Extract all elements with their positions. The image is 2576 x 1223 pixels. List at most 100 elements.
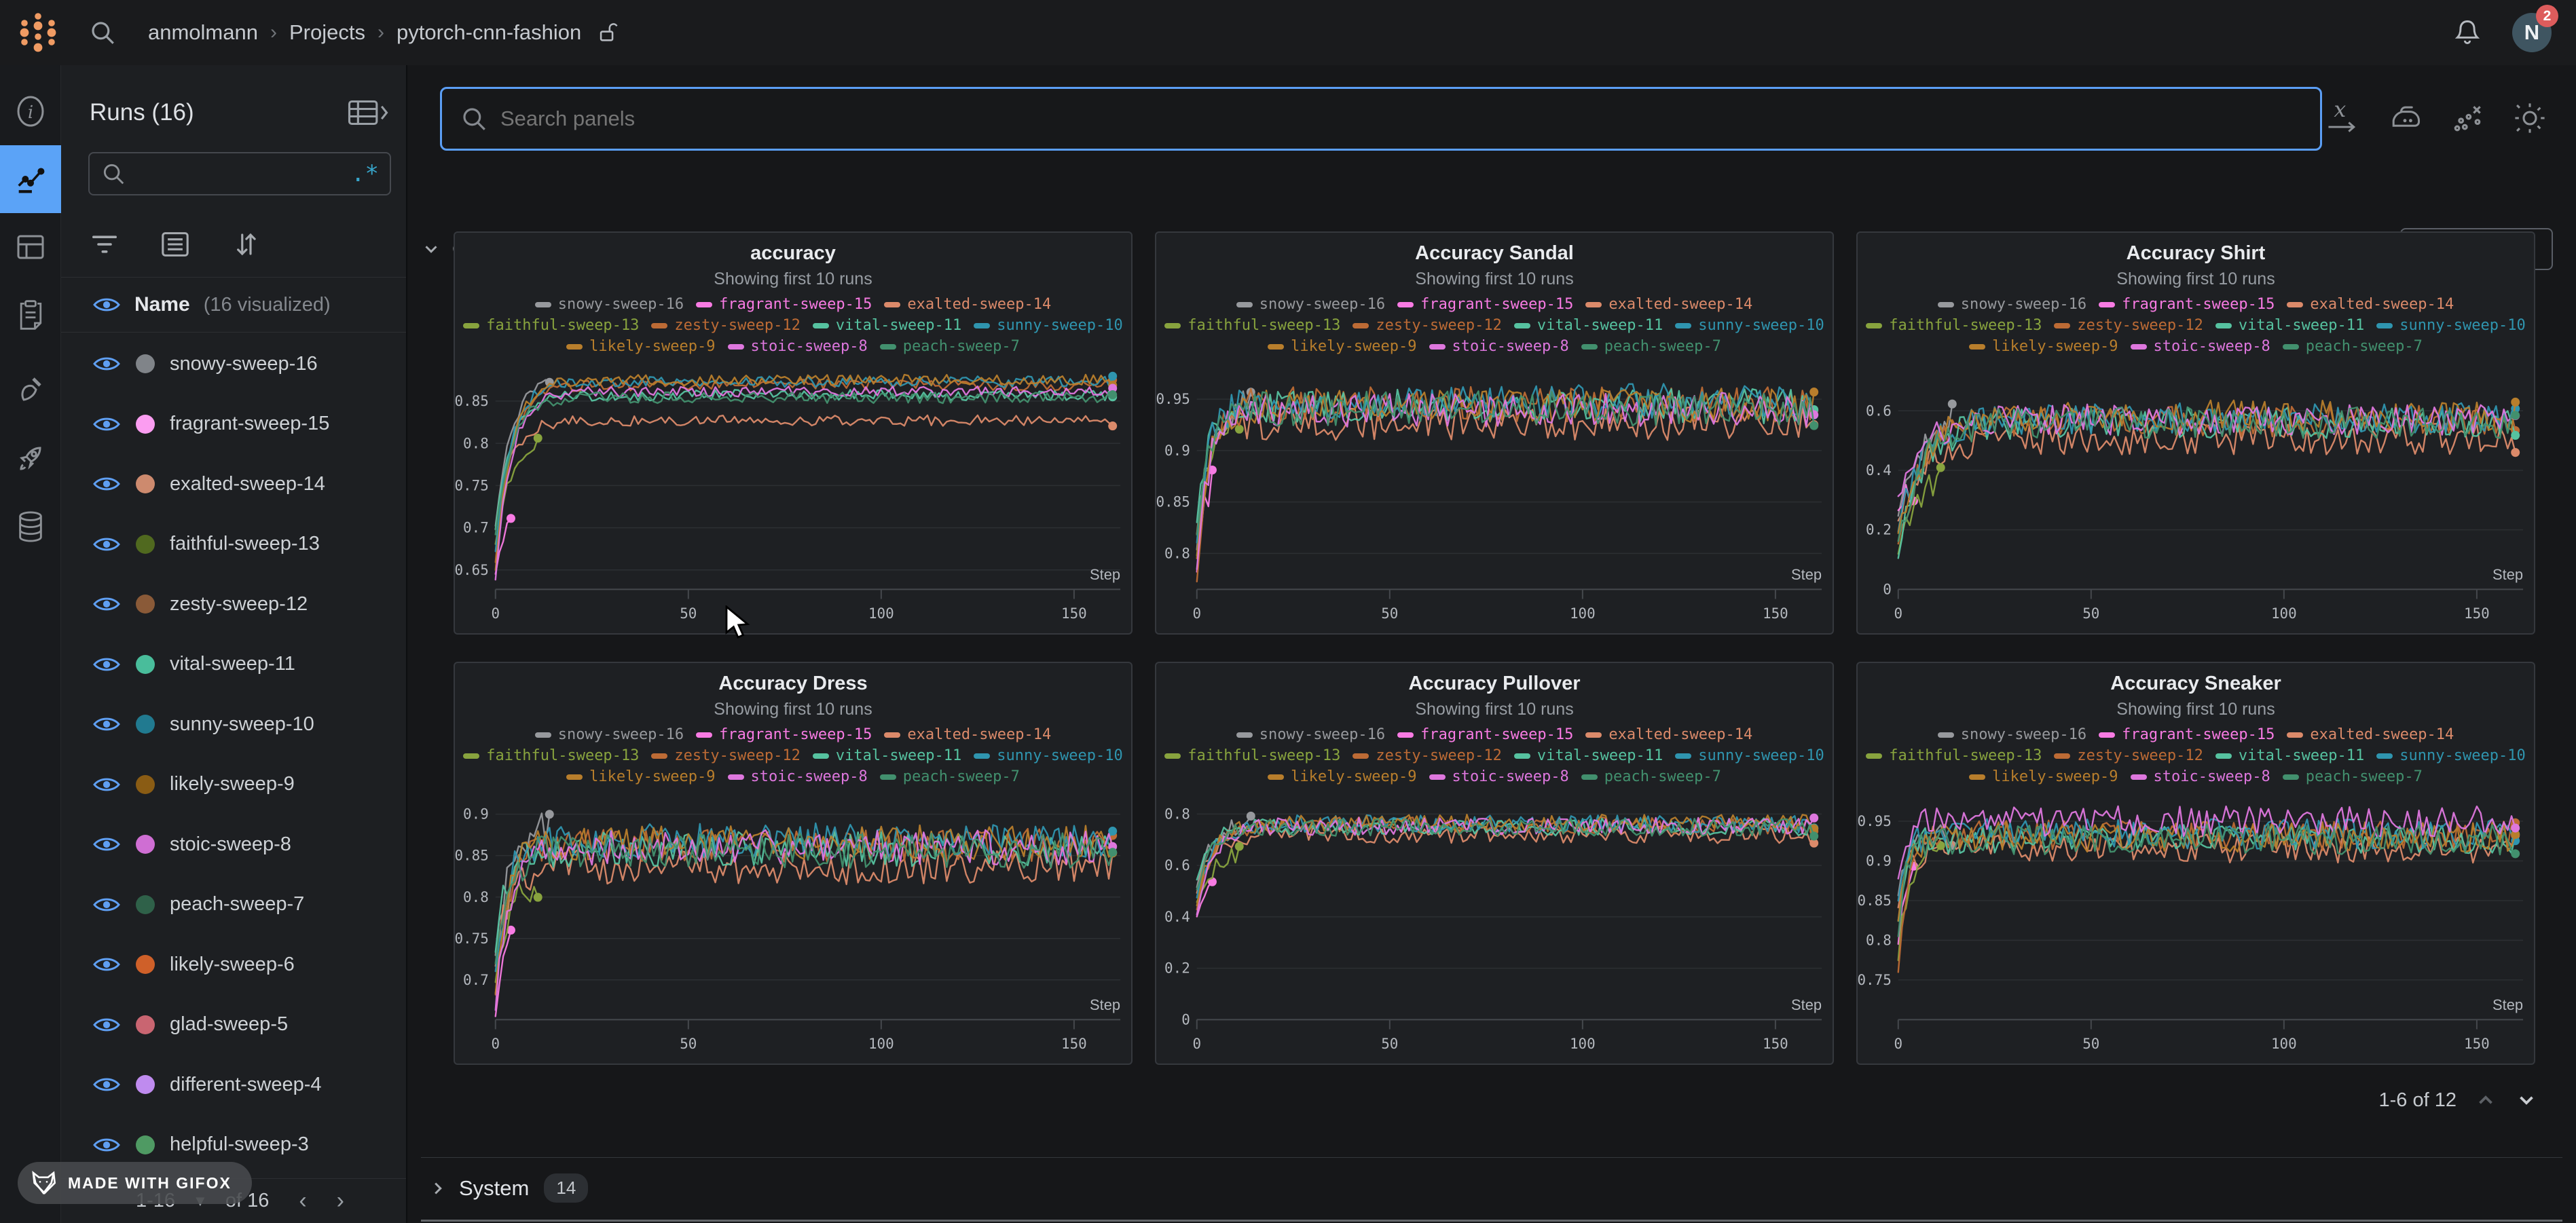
legend-item[interactable]: likely-sweep-9 xyxy=(1969,336,2118,357)
visibility-eye-icon[interactable] xyxy=(92,1135,121,1155)
chart-panel[interactable]: Accuracy Dress Showing first 10 runs sno… xyxy=(454,662,1133,1065)
legend-item[interactable]: zesty-sweep-12 xyxy=(2054,745,2203,766)
legend-item[interactable]: fragrant-sweep-15 xyxy=(2099,294,2275,315)
legend-item[interactable]: likely-sweep-9 xyxy=(1268,766,1416,787)
run-row[interactable]: faithful-sweep-13 xyxy=(61,514,406,575)
legend-item[interactable]: stoic-sweep-8 xyxy=(728,766,868,787)
chart-panel[interactable]: Accuracy Sneaker Showing first 10 runs s… xyxy=(1856,662,2535,1065)
legend-item[interactable]: likely-sweep-9 xyxy=(566,766,715,787)
legend-item[interactable]: faithful-sweep-13 xyxy=(463,745,639,766)
legend-item[interactable]: sunny-sweep-10 xyxy=(2376,315,2525,336)
legend-item[interactable]: sunny-sweep-10 xyxy=(974,745,1122,766)
legend-item[interactable]: exalted-sweep-14 xyxy=(1585,724,1752,745)
visibility-eye-icon[interactable] xyxy=(92,1074,121,1095)
run-name[interactable]: likely-sweep-6 xyxy=(170,954,295,976)
wandb-logo-icon[interactable] xyxy=(16,11,62,54)
legend-item[interactable]: snowy-sweep-16 xyxy=(535,294,684,315)
legend-item[interactable]: vital-sweep-11 xyxy=(2215,315,2364,336)
legend-item[interactable]: zesty-sweep-12 xyxy=(2054,315,2203,336)
legend-item[interactable]: fragrant-sweep-15 xyxy=(696,724,872,745)
legend-item[interactable]: exalted-sweep-14 xyxy=(2287,294,2454,315)
legend-item[interactable]: vital-sweep-11 xyxy=(813,315,961,336)
runs-search-input[interactable] xyxy=(134,163,351,185)
run-row[interactable]: sunny-sweep-10 xyxy=(61,694,406,755)
legend-item[interactable]: exalted-sweep-14 xyxy=(1585,294,1752,315)
legend-item[interactable]: faithful-sweep-13 xyxy=(463,315,639,336)
legend-item[interactable]: zesty-sweep-12 xyxy=(1353,315,1501,336)
legend-item[interactable]: peach-sweep-7 xyxy=(880,336,1020,357)
breadcrumb-projects[interactable]: Projects xyxy=(289,20,365,45)
visibility-eye-icon[interactable] xyxy=(92,474,121,494)
page-down-icon[interactable] xyxy=(2515,1089,2538,1112)
legend-item[interactable]: fragrant-sweep-15 xyxy=(696,294,872,315)
run-name[interactable]: stoic-sweep-8 xyxy=(170,833,291,856)
runs-table-tab[interactable] xyxy=(0,213,61,281)
prev-page-icon[interactable]: ‹ xyxy=(299,1188,306,1214)
legend-item[interactable]: peach-sweep-7 xyxy=(880,766,1020,787)
run-row[interactable]: likely-sweep-6 xyxy=(61,935,406,995)
legend-item[interactable]: snowy-sweep-16 xyxy=(1236,724,1385,745)
run-name[interactable]: peach-sweep-7 xyxy=(170,893,304,916)
legend-item[interactable]: fragrant-sweep-15 xyxy=(2099,724,2275,745)
global-search-icon[interactable] xyxy=(88,18,117,47)
run-row[interactable]: different-sweep-4 xyxy=(61,1055,406,1115)
legend-item[interactable]: stoic-sweep-8 xyxy=(2131,336,2270,357)
workspace-charts-tab[interactable] xyxy=(0,145,61,213)
visibility-eye-icon[interactable] xyxy=(92,954,121,975)
run-name[interactable]: helpful-sweep-3 xyxy=(170,1133,309,1156)
remove-outliers-icon[interactable] xyxy=(2448,99,2486,137)
system-section-label[interactable]: System xyxy=(459,1176,529,1201)
legend-item[interactable]: stoic-sweep-8 xyxy=(1429,766,1569,787)
run-row[interactable]: likely-sweep-9 xyxy=(61,755,406,815)
legend-item[interactable]: faithful-sweep-13 xyxy=(1164,315,1340,336)
legend-item[interactable]: stoic-sweep-8 xyxy=(1429,336,1569,357)
legend-item[interactable]: vital-sweep-11 xyxy=(813,745,961,766)
legend-item[interactable]: peach-sweep-7 xyxy=(1581,766,1721,787)
visibility-eye-icon[interactable] xyxy=(92,594,121,614)
legend-item[interactable]: snowy-sweep-16 xyxy=(1236,294,1385,315)
legend-item[interactable]: likely-sweep-9 xyxy=(1268,336,1416,357)
legend-item[interactable]: likely-sweep-9 xyxy=(566,336,715,357)
artifacts-database-tab[interactable] xyxy=(0,493,61,561)
legend-item[interactable]: stoic-sweep-8 xyxy=(728,336,868,357)
legend-item[interactable]: exalted-sweep-14 xyxy=(884,724,1051,745)
filter-icon[interactable] xyxy=(88,228,121,261)
legend-item[interactable]: sunny-sweep-10 xyxy=(2376,745,2525,766)
notifications-bell-icon[interactable] xyxy=(2452,18,2482,48)
sort-icon[interactable] xyxy=(229,228,262,261)
smoothing-iron-icon[interactable] xyxy=(2386,99,2424,137)
legend-item[interactable]: stoic-sweep-8 xyxy=(2131,766,2270,787)
visibility-eye-icon[interactable] xyxy=(92,414,121,434)
legend-item[interactable]: exalted-sweep-14 xyxy=(884,294,1051,315)
group-list-icon[interactable] xyxy=(159,228,191,261)
run-name[interactable]: fragrant-sweep-15 xyxy=(170,413,329,435)
run-name[interactable]: different-sweep-4 xyxy=(170,1074,322,1096)
breadcrumb-project-name[interactable]: pytorch-cnn-fashion xyxy=(397,20,581,45)
next-page-icon[interactable]: › xyxy=(337,1188,344,1214)
user-avatar[interactable]: N 2 xyxy=(2512,13,2552,52)
chart-panel[interactable]: Accuracy Shirt Showing first 10 runs sno… xyxy=(1856,231,2535,635)
run-name[interactable]: zesty-sweep-12 xyxy=(170,593,308,616)
legend-item[interactable]: peach-sweep-7 xyxy=(1581,336,1721,357)
run-row[interactable]: zesty-sweep-12 xyxy=(61,574,406,635)
run-row[interactable]: vital-sweep-11 xyxy=(61,635,406,695)
legend-item[interactable]: exalted-sweep-14 xyxy=(2287,724,2454,745)
run-row[interactable]: exalted-sweep-14 xyxy=(61,454,406,514)
chart-panel[interactable]: accuracy Showing first 10 runs snowy-swe… xyxy=(454,231,1133,635)
run-row[interactable]: fragrant-sweep-15 xyxy=(61,394,406,455)
system-section-header[interactable]: System 14 xyxy=(421,1157,2562,1218)
legend-item[interactable]: vital-sweep-11 xyxy=(2215,745,2364,766)
legend-item[interactable]: fragrant-sweep-15 xyxy=(1397,294,1573,315)
legend-item[interactable]: sunny-sweep-10 xyxy=(974,315,1122,336)
legend-item[interactable]: vital-sweep-11 xyxy=(1514,315,1663,336)
run-name[interactable]: exalted-sweep-14 xyxy=(170,473,325,495)
run-row[interactable]: glad-sweep-5 xyxy=(61,995,406,1055)
logs-clipboard-tab[interactable] xyxy=(0,281,61,349)
legend-item[interactable]: peach-sweep-7 xyxy=(2283,336,2423,357)
run-name[interactable]: vital-sweep-11 xyxy=(170,653,295,675)
run-name[interactable]: snowy-sweep-16 xyxy=(170,353,318,375)
x-axis-settings-icon[interactable]: x xyxy=(2323,99,2361,137)
chart-panel[interactable]: Accuracy Pullover Showing first 10 runs … xyxy=(1155,662,1834,1065)
overview-info-icon[interactable]: i xyxy=(0,77,61,145)
page-up-icon[interactable] xyxy=(2474,1089,2497,1112)
